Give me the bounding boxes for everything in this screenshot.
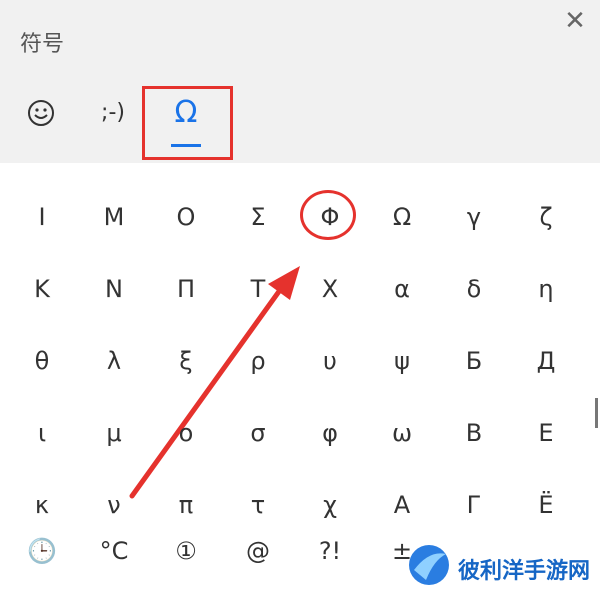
symbol-key[interactable]: φ [300,408,360,458]
tab-emoji[interactable] [18,90,64,140]
symbol-key[interactable]: Ι [12,192,72,242]
symbol-key[interactable]: ψ [372,336,432,386]
category-key[interactable]: ± [372,528,432,574]
category-key[interactable]: ① [156,528,216,574]
symbol-key[interactable]: π [156,480,216,530]
symbol-key[interactable]: Д [516,336,576,386]
symbol-key[interactable]: Г [444,480,504,530]
active-tab-indicator [171,144,201,147]
symbol-key[interactable]: ω [372,408,432,458]
symbol-key[interactable]: σ [228,408,288,458]
symbol-key[interactable]: θ [12,336,72,386]
symbol-key[interactable]: Μ [84,192,144,242]
symbol-key[interactable]: А [372,480,432,530]
category-key[interactable]: ?! [300,528,360,574]
symbol-key[interactable]: В [444,408,504,458]
symbol-key[interactable]: Ω [372,192,432,242]
symbol-key[interactable]: χ [300,480,360,530]
close-icon[interactable]: ✕ [560,6,590,36]
symbol-key[interactable]: ζ [516,192,576,242]
symbol-key[interactable]: Б [444,336,504,386]
smiley-icon [28,100,54,126]
panel-title: 符号 [20,32,65,57]
symbol-key[interactable]: Τ [228,264,288,314]
clock-icon[interactable]: 🕒 [12,528,72,574]
symbol-key[interactable]: γ [444,192,504,242]
symbol-key[interactable]: υ [300,336,360,386]
symbol-key[interactable]: ξ [156,336,216,386]
symbol-key[interactable]: ο [156,408,216,458]
symbol-key[interactable]: Σ [228,192,288,242]
category-key[interactable]: °C [84,528,144,574]
category-key[interactable]: @ [228,528,288,574]
symbol-key[interactable]: λ [84,336,144,386]
symbol-key[interactable]: μ [84,408,144,458]
symbol-key[interactable]: Π [156,264,216,314]
symbol-key[interactable]: Е [516,408,576,458]
symbol-key[interactable]: κ [12,480,72,530]
symbol-key[interactable]: ν [84,480,144,530]
symbol-key[interactable]: η [516,264,576,314]
symbol-key[interactable]: Κ [12,264,72,314]
scrollbar[interactable] [595,398,598,428]
symbol-key[interactable]: ι [12,408,72,458]
symbol-key[interactable]: Φ [300,192,360,242]
symbol-key[interactable]: Ο [156,192,216,242]
symbol-key[interactable]: α [372,264,432,314]
symbol-key[interactable]: Ё [516,480,576,530]
symbol-key[interactable]: ρ [228,336,288,386]
tab-kaomoji[interactable]: ;-) [90,90,136,140]
symbol-key[interactable]: δ [444,264,504,314]
symbol-key[interactable]: Ν [84,264,144,314]
watermark-text: 彼利洋手游网 [458,559,591,584]
tab-symbols[interactable]: Ω [163,90,209,140]
symbol-key[interactable]: Χ [300,264,360,314]
symbol-key[interactable]: τ [228,480,288,530]
